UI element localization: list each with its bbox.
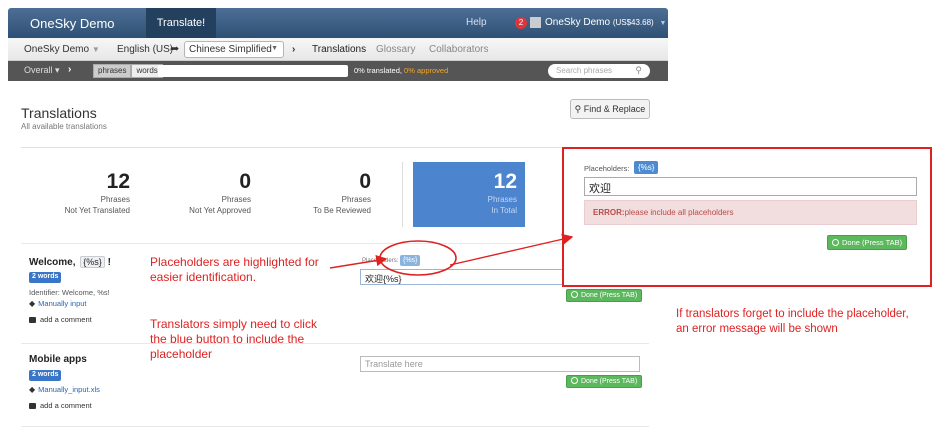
arrow-to-error-panel	[449, 233, 574, 266]
arrow-to-placeholder	[329, 255, 388, 269]
annotation-overlay	[329, 233, 574, 276]
highlight-ellipse	[379, 240, 457, 276]
